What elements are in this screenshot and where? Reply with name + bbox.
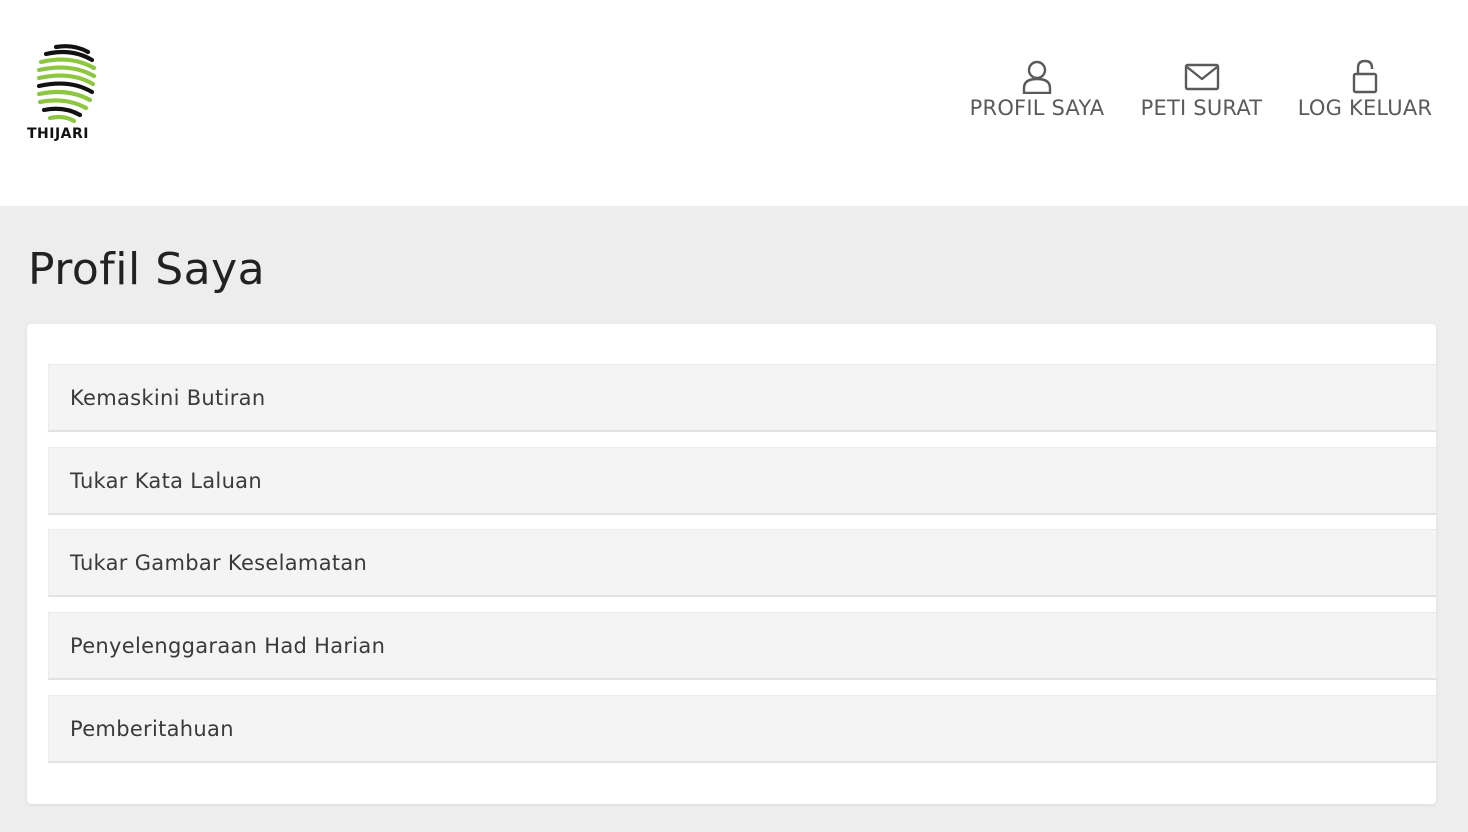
menu-item-penyelenggaraan-had-harian[interactable]: Penyelenggaraan Had Harian (48, 612, 1436, 680)
nav-log-keluar[interactable]: LOG KELUAR (1293, 58, 1437, 128)
menu-item-label: Tukar Gambar Keselamatan (70, 550, 368, 575)
thijari-logo[interactable]: THIJARI (26, 42, 108, 142)
profile-menu-card: Kemaskini Butiran Tukar Kata Laluan Tuka… (27, 324, 1436, 804)
unlock-icon (1352, 59, 1378, 94)
menu-item-kemaskini-butiran[interactable]: Kemaskini Butiran (48, 364, 1436, 432)
menu-item-label: Pemberitahuan (70, 716, 234, 741)
menu-item-pemberitahuan[interactable]: Pemberitahuan (48, 695, 1436, 763)
nav-peti-surat-label: PETI SURAT (1140, 96, 1263, 120)
nav-profil-saya[interactable]: PROFIL SAYA (964, 58, 1110, 128)
menu-item-tukar-kata-laluan[interactable]: Tukar Kata Laluan (48, 447, 1436, 515)
header: THIJARI PROFIL SAYA PETI SURAT LOG KELUA… (0, 0, 1468, 206)
menu-item-label: Kemaskini Butiran (70, 385, 266, 410)
menu-item-label: Penyelenggaraan Had Harian (70, 633, 386, 658)
nav-profil-saya-label: PROFIL SAYA (969, 96, 1105, 120)
page-title: Profil Saya (28, 244, 266, 295)
menu-item-tukar-gambar-keselamatan[interactable]: Tukar Gambar Keselamatan (48, 529, 1436, 597)
mail-icon (1184, 63, 1219, 91)
user-icon (1022, 60, 1052, 94)
nav-log-keluar-label: LOG KELUAR (1297, 96, 1433, 120)
menu-item-label: Tukar Kata Laluan (70, 468, 262, 493)
fingerprint-logo-icon (36, 44, 97, 124)
logo-text: THIJARI (27, 126, 90, 142)
nav-peti-surat[interactable]: PETI SURAT (1137, 58, 1266, 128)
